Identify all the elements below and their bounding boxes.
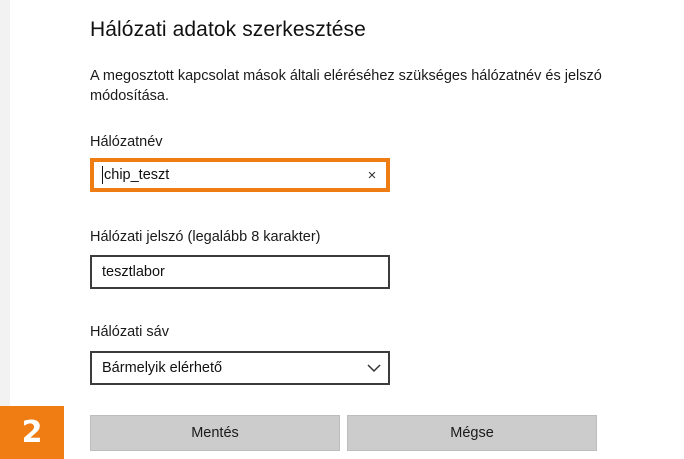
network-name-value: chip_teszt <box>104 167 170 183</box>
password-label: Hálózati jelszó (legalább 8 karakter) <box>90 229 321 245</box>
band-label: Hálózati sáv <box>90 324 169 340</box>
chevron-down-icon <box>360 363 388 373</box>
clear-icon[interactable]: × <box>358 167 386 184</box>
password-input[interactable]: tesztlabor <box>90 255 390 289</box>
cancel-button[interactable]: Mégse <box>347 415 597 451</box>
edit-network-dialog: Hálózati adatok szerkesztése A megosztot… <box>0 0 684 459</box>
text-caret <box>102 166 103 184</box>
password-value: tesztlabor <box>102 264 165 280</box>
step-number-badge: 2 <box>0 406 64 459</box>
dialog-title: Hálózati adatok szerkesztése <box>90 18 366 41</box>
save-button[interactable]: Mentés <box>90 415 340 451</box>
band-selected-value: Bármelyik elérhető <box>102 360 223 376</box>
dialog-description: A megosztott kapcsolat mások általi elér… <box>90 68 602 104</box>
network-name-input[interactable]: chip_teszt × <box>90 158 390 192</box>
network-name-label: Hálózatnév <box>90 134 163 150</box>
left-edge-strip <box>0 0 10 459</box>
band-select[interactable]: Bármelyik elérhető <box>90 351 390 385</box>
